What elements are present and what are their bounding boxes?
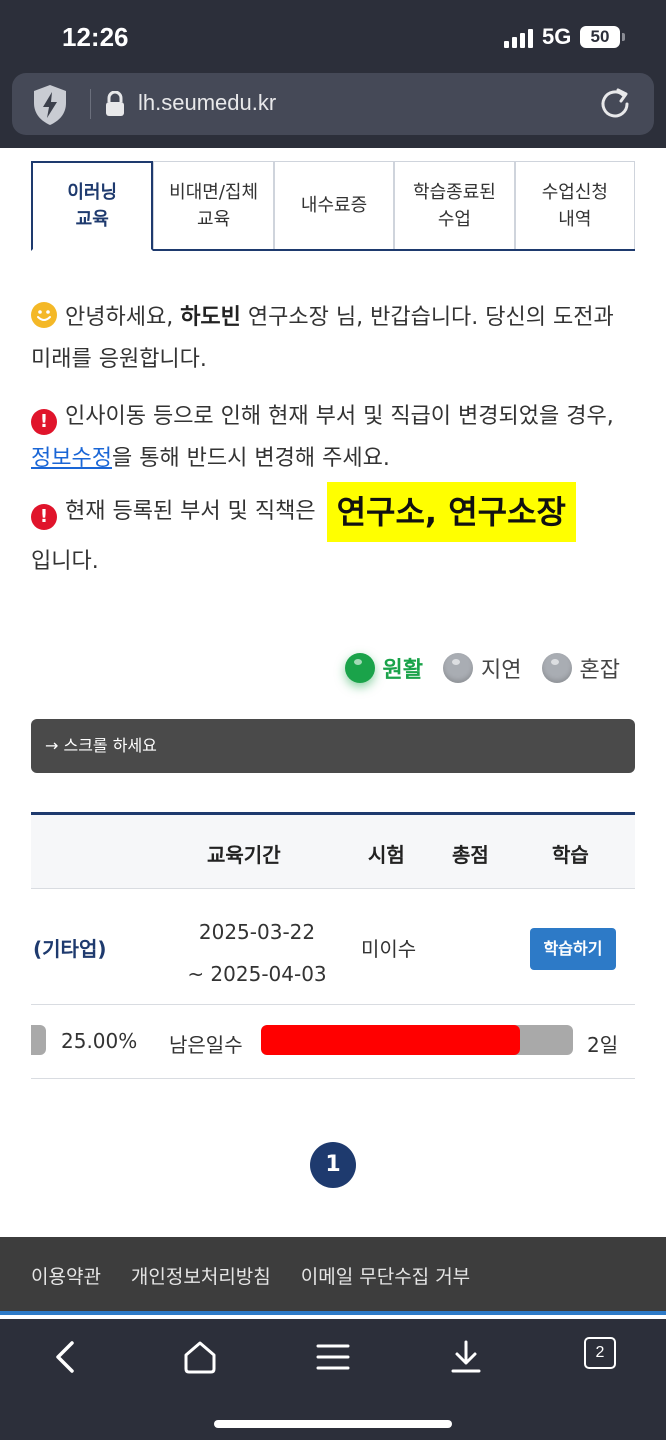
gray-dot-icon: [541, 653, 572, 683]
browser-bottom-bar: 2: [0, 1319, 666, 1440]
tab-elearning[interactable]: 이러닝 교육: [31, 161, 154, 251]
remaining-days-label: 남은일수: [169, 1033, 243, 1057]
url-text[interactable]: lh.seumedu.kr: [138, 90, 276, 116]
menu-icon[interactable]: [311, 1335, 355, 1379]
notice-current-department: ! 현재 등록된 부서 및 직책은 연구소, 연구소장 입니다.: [31, 482, 635, 582]
remaining-days-value: 2일: [587, 1033, 619, 1057]
home-icon[interactable]: [178, 1335, 222, 1379]
user-name: 하도빈: [180, 305, 241, 330]
notice-change-info: ! 인사이동 등으로 인해 현재 부서 및 직급이 변경되었을 경우, 정보수정을…: [31, 404, 614, 471]
home-indicator: [214, 1420, 452, 1428]
alert-icon: !: [31, 504, 57, 530]
progress-percent: 25.00%: [61, 1029, 138, 1053]
address-bar[interactable]: lh.seumedu.kr: [12, 73, 654, 135]
header-exam: 시험: [368, 843, 405, 867]
green-dot-icon: [344, 653, 375, 683]
scroll-hint: → 스크롤 하세요: [31, 719, 635, 773]
remaining-days-fill: [261, 1025, 520, 1055]
header-study: 학습: [552, 843, 589, 867]
course-period: 2025-03-22 ~ 2025-04-03: [187, 920, 327, 986]
legend-busy: 혼잡: [541, 652, 620, 684]
tab-finished-courses[interactable]: 학습종료된 수업: [394, 161, 515, 249]
browser-top-bar: 12:26 5G 50 lh.seumedu.kr: [0, 0, 666, 148]
table-header: 교육기간 시험 총점 학습: [31, 815, 635, 889]
header-period: 교육기간: [207, 843, 281, 867]
divider: [90, 89, 91, 119]
edit-info-link[interactable]: 정보수정: [31, 446, 112, 471]
greeting-message: 안녕하세요, 하도빈 연구소장 님, 반갑습니다. 당신의 도전과 미래를 응원…: [31, 297, 635, 381]
shield-icon[interactable]: [30, 83, 70, 127]
tab-application-history[interactable]: 수업신청 내역: [514, 161, 636, 249]
tab-count-icon[interactable]: 2: [584, 1337, 616, 1369]
site-footer: 이용약관 개인정보처리방침 이메일 무단수집 거부: [0, 1237, 666, 1315]
progress-bar: [31, 1025, 46, 1055]
remaining-days-bar: [261, 1025, 573, 1055]
lock-icon: [106, 91, 124, 116]
alert-icon: !: [31, 409, 57, 435]
tab-offline-training[interactable]: 비대면/집체 교육: [153, 161, 274, 249]
status-time: 12:26: [62, 22, 129, 52]
smile-icon: [31, 302, 57, 328]
course-tabs: 이러닝 교육 비대면/집체 교육 내수료증 학습종료된 수업 수업신청 내역: [31, 161, 636, 251]
header-score: 총점: [452, 843, 489, 867]
exam-status: 미이수: [361, 937, 417, 961]
back-icon[interactable]: [44, 1335, 88, 1379]
legend-smooth: 원활: [344, 652, 423, 684]
footer-link-terms[interactable]: 이용약관: [31, 1262, 101, 1289]
progress-row: 25.00% 남은일수 2일: [31, 1005, 635, 1079]
battery-icon: 50: [580, 26, 625, 48]
gray-dot-icon: [443, 653, 474, 683]
legend-delay: 지연: [443, 652, 522, 684]
tab-my-certificates[interactable]: 내수료증: [273, 161, 395, 249]
download-icon[interactable]: [444, 1335, 488, 1379]
network-label: 5G: [542, 24, 572, 49]
server-status-legend: 원활 지연 혼잡: [344, 652, 620, 684]
study-button[interactable]: 학습하기: [530, 928, 616, 970]
pagination-current-page[interactable]: 1: [310, 1142, 356, 1188]
reload-icon[interactable]: [596, 85, 634, 123]
table-row: (기타업) 2025-03-22 ~ 2025-04-03 미이수 학습하기: [31, 889, 635, 1005]
course-title[interactable]: (기타업): [33, 933, 106, 962]
department-highlight: 연구소, 연구소장: [326, 482, 576, 542]
signal-icon: [504, 28, 533, 48]
footer-link-email-policy[interactable]: 이메일 무단수집 거부: [301, 1262, 470, 1289]
footer-link-privacy[interactable]: 개인정보처리방침: [131, 1262, 271, 1289]
